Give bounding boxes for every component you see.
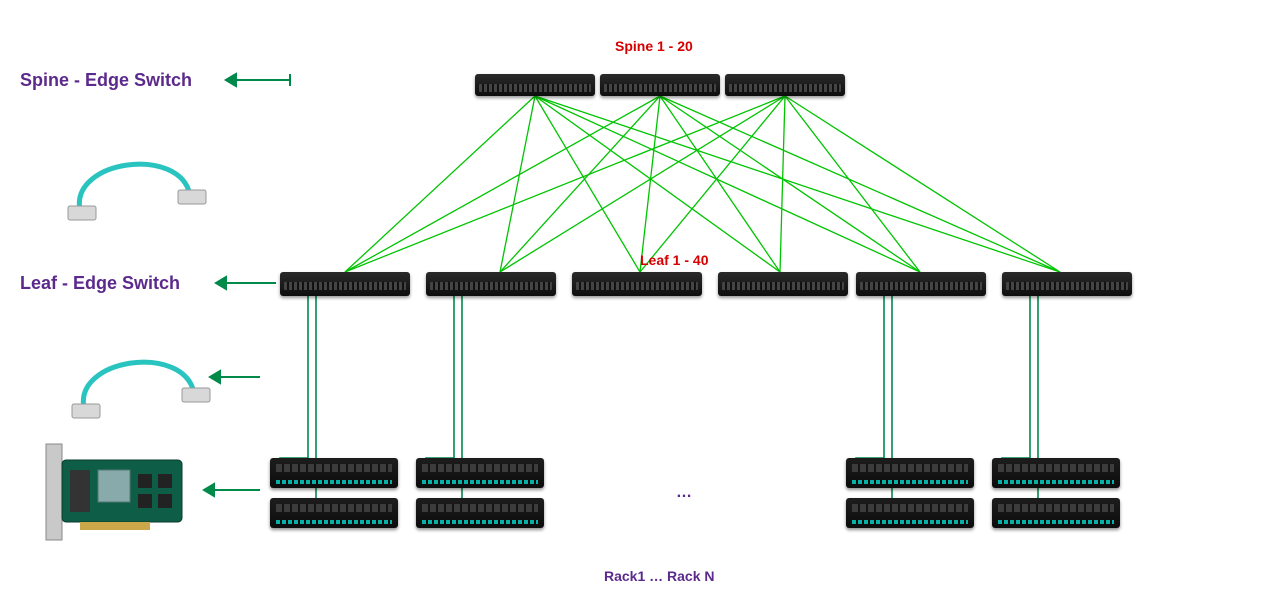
optical-cable-icon xyxy=(60,140,210,230)
server-unit xyxy=(846,458,974,488)
server-unit xyxy=(270,498,398,528)
rack-ellipsis: … xyxy=(676,484,692,502)
leaf-switch xyxy=(1002,272,1132,296)
leaf-range-label: Leaf 1 - 40 xyxy=(640,252,708,268)
server-unit xyxy=(270,458,398,488)
spine-switch xyxy=(725,74,845,96)
spine-switch xyxy=(475,74,595,96)
leaf-switch xyxy=(718,272,848,296)
optical-cable-icon xyxy=(64,338,214,428)
leaf-switch xyxy=(572,272,702,296)
leaf-switch xyxy=(280,272,410,296)
server-unit xyxy=(992,458,1120,488)
leaf-edge-switch-label: Leaf - Edge Switch xyxy=(20,273,180,294)
server-unit xyxy=(992,498,1120,528)
racks-label: Rack1 … Rack N xyxy=(604,568,715,584)
leaf-switch xyxy=(856,272,986,296)
server-unit xyxy=(846,498,974,528)
spine-switch xyxy=(600,74,720,96)
nic-card-icon xyxy=(40,440,200,550)
spine-edge-switch-label: Spine - Edge Switch xyxy=(20,70,192,91)
leaf-switch xyxy=(426,272,556,296)
server-unit xyxy=(416,498,544,528)
server-unit xyxy=(416,458,544,488)
spine-range-label: Spine 1 - 20 xyxy=(615,38,693,54)
